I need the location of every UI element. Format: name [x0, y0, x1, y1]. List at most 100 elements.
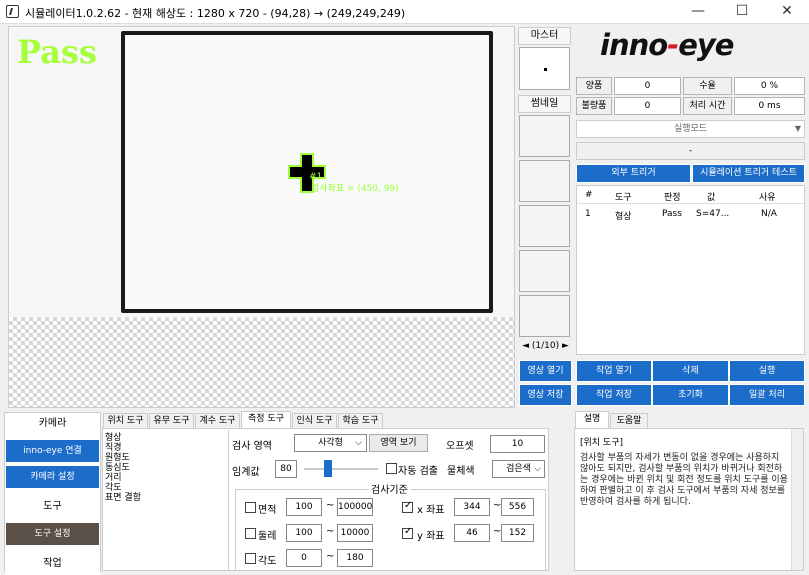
inno-eye-connect-button[interactable]: inno-eye 연결 [6, 440, 99, 462]
thumbnail-slot[interactable] [519, 115, 570, 157]
logo-part2: eye [678, 28, 734, 62]
area-max-input[interactable]: 100000 [337, 498, 373, 516]
tab-learning-tool[interactable]: 학습 도구 [338, 413, 383, 429]
minimize-button[interactable]: — [676, 0, 720, 24]
threshold-slider-thumb[interactable] [324, 460, 333, 477]
tab-position-tool[interactable]: 위치 도구 [103, 413, 148, 429]
perimeter-cb-label: 둘레 [258, 531, 277, 542]
x-coord-checkbox[interactable] [402, 500, 413, 513]
angle-min-input[interactable]: 0 [286, 549, 322, 567]
sim-trigger-test-button[interactable]: 시뮬레이션 트리거 테스트 [692, 164, 805, 183]
window-title: 시뮬레이터1.0.2.62 - 현재 해상도 : 1280 x 720 - (9… [25, 7, 406, 20]
master-header: 마스터 [518, 27, 571, 45]
area-label: 검사 영역 [232, 441, 272, 452]
table-divider [577, 203, 804, 204]
app-icon [6, 5, 19, 18]
time-label: 처리 시간 [683, 97, 732, 115]
y-max-input[interactable]: 152 [501, 524, 534, 542]
thumbnail-slot[interactable] [519, 205, 570, 247]
empty-area-pattern [9, 317, 514, 407]
y-coord-checkbox[interactable] [402, 526, 413, 539]
area-checkbox[interactable] [245, 502, 256, 513]
save-image-button[interactable]: 영상 저장 [519, 384, 572, 406]
help-text: 검사할 부품의 자세가 변동이 없을 경우에는 사용하지 않아도 되지만, 검사… [580, 453, 788, 507]
list-item[interactable]: 동심도 [105, 463, 225, 473]
table-cell: S=47... [696, 209, 730, 219]
open-image-button[interactable]: 영상 열기 [519, 360, 572, 382]
good-count: 0 [614, 77, 681, 95]
close-button[interactable]: ✕ [765, 0, 809, 24]
chevron-down-icon: ▼ [794, 124, 801, 133]
angle-max-input[interactable]: 180 [337, 549, 373, 567]
offset-input[interactable]: 10 [490, 435, 545, 453]
camera-settings-button[interactable]: 카메라 설정 [6, 466, 99, 488]
open-job-button[interactable]: 작업 열기 [576, 360, 652, 382]
result-table: # 도구 판정 값 사유 1 형상 Pass S=47... N/A [576, 185, 805, 355]
maximize-button[interactable]: ☐ [720, 0, 764, 24]
tab-description[interactable]: 설명 [575, 411, 609, 429]
table-cell: N/A [761, 209, 777, 219]
perimeter-min-input[interactable]: 100 [286, 524, 322, 542]
list-item[interactable]: 거리 [105, 473, 225, 483]
list-item[interactable]: 표면 결함 [105, 493, 225, 503]
camera-section-header[interactable]: 카메라 [5, 413, 100, 435]
tab-recognition-tool[interactable]: 인식 도구 [292, 413, 337, 429]
x-min-input[interactable]: 344 [454, 498, 490, 516]
tab-help[interactable]: 도움말 [610, 413, 648, 429]
tab-presence-tool[interactable]: 유무 도구 [149, 413, 194, 429]
area-cb-label: 면적 [258, 505, 277, 516]
coordinate-label: 검사좌표 = (450, 99) [311, 184, 399, 194]
area-select[interactable]: 사각형 ⌵ [294, 434, 367, 452]
time-value: 0 ms [734, 97, 805, 115]
threshold-label: 임계값 [232, 467, 260, 478]
tool-list[interactable]: 형상 직경 원형도 동심도 거리 각도 표면 결함 [105, 433, 225, 553]
run-mode-value: 실행모드 [673, 124, 708, 134]
image-viewer[interactable]: #1 검사좌표 = (450, 99) Pass [8, 26, 515, 408]
threshold-slider[interactable] [304, 468, 378, 470]
batch-process-button[interactable]: 일괄 처리 [729, 384, 805, 406]
tool-settings-button[interactable]: 도구 설정 [6, 523, 99, 545]
view-area-button[interactable]: 영역 보기 [369, 434, 428, 452]
help-scrollbar[interactable] [791, 429, 803, 570]
help-panel: [위치 도구] 검사할 부품의 자세가 변동이 없을 경우에는 사용하지 않아도… [574, 428, 804, 571]
run-mode-select[interactable]: 실행모드 ▼ [576, 120, 805, 138]
thumbnail-pager[interactable]: ◄ (1/10) ► [519, 341, 572, 355]
external-trigger-button[interactable]: 외부 트리거 [576, 164, 691, 183]
run-button[interactable]: 실행 [729, 360, 805, 382]
help-title: [위치 도구] [580, 438, 624, 448]
thumbnail-slot[interactable] [519, 250, 570, 292]
y-coord-label: y 좌표 [417, 531, 445, 542]
save-job-button[interactable]: 작업 저장 [576, 384, 652, 406]
tab-count-tool[interactable]: 계수 도구 [195, 413, 240, 429]
thumbnail-slot[interactable] [519, 160, 570, 202]
object-color-select[interactable]: 검은색 ⌵ [492, 460, 545, 478]
threshold-input[interactable]: 80 [275, 460, 297, 478]
reset-button[interactable]: 초기화 [652, 384, 729, 406]
list-item[interactable]: 원형도 [105, 453, 225, 463]
status-field: - [576, 142, 805, 160]
perimeter-max-input[interactable]: 10000 [337, 524, 373, 542]
y-min-input[interactable]: 46 [454, 524, 490, 542]
x-coord-label: x 좌표 [417, 505, 445, 516]
auto-detect-checkbox[interactable] [386, 463, 397, 474]
list-item[interactable]: 직경 [105, 443, 225, 453]
thumbnail-header: 썸네일 [518, 95, 571, 113]
tool-section-header[interactable]: 도구 [5, 496, 100, 518]
delete-button[interactable]: 삭제 [652, 360, 729, 382]
logo-part1: inno [600, 28, 668, 62]
x-max-input[interactable]: 556 [501, 498, 534, 516]
job-section-header[interactable]: 작업 [5, 553, 100, 575]
criteria-title: 검사기준 [368, 481, 411, 496]
tab-measure-tool[interactable]: 측정 도구 [241, 411, 291, 429]
col-header-tool: 도구 [615, 193, 632, 203]
thumbnail-slot[interactable] [519, 295, 570, 337]
table-cell: 형상 [615, 212, 632, 222]
master-image[interactable] [519, 47, 570, 90]
angle-cb-label: 각도 [258, 556, 277, 567]
list-item[interactable]: 각도 [105, 483, 225, 493]
perimeter-checkbox[interactable] [245, 528, 256, 539]
area-min-input[interactable]: 100 [286, 498, 322, 516]
range-tilde: ~ [326, 526, 335, 537]
angle-checkbox[interactable] [245, 553, 256, 564]
list-item[interactable]: 형상 [105, 433, 225, 443]
